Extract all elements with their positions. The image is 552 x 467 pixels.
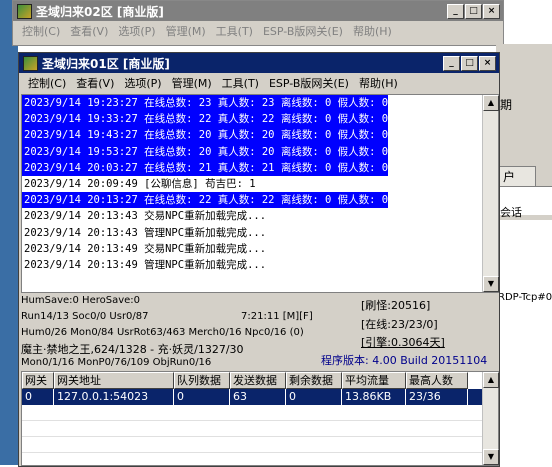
table-scrollbar[interactable]: ▲ ▼ [482,372,499,465]
status-counts: Hum0/26 Mon0/84 UsrRot63/463 Merch0/16 N… [21,327,304,338]
log-line-text: 2023/9/14 20:13:49 管理NPC重新加载完成... [24,258,267,271]
table-header: 网关 网关地址 队列数据 发送数据 剩余数据 平均流量 最高人数 [22,372,498,389]
log-line: 2023/9/14 20:13:49 交易NPC重新加载完成... [22,241,498,257]
col-avg-traffic[interactable]: 平均流量 [342,372,406,389]
log-line-text: 2023/9/14 20:03:27 在线总数: 21 真人数: 21 离线数:… [22,159,389,176]
log-scrollbar[interactable]: ▲ ▼ [482,95,499,292]
tab-user[interactable]: 户 [494,166,536,186]
main-window-title: 圣域归来01区 [商业版] [42,56,170,71]
menu-gateway[interactable]: ESP-B版网关(E) [264,75,354,91]
log-line: 2023/9/14 19:23:27 在线总数: 23 真人数: 23 离线数:… [22,95,498,112]
desktop-background [0,0,18,465]
scroll-down-arrow-icon[interactable]: ▼ [483,276,499,292]
minimize-button[interactable]: _ [447,3,464,19]
menu-help[interactable]: 帮助(H) [348,23,397,39]
main-window-titlebar[interactable]: 圣域归来01区 [商业版] _ □ × [19,53,499,73]
back-window[interactable]: 圣域归来02区 [商业版] _ □ × 控制(C) 查看(V) 选项(P) 管理… [12,0,504,46]
col-max-users[interactable]: 最高人数 [406,372,468,389]
scroll-up-arrow-icon[interactable]: ▲ [483,95,499,111]
log-line: 2023/9/14 20:13:27 在线总数: 22 真人数: 22 离线数:… [22,192,498,209]
minimize-button[interactable]: _ [443,55,460,71]
cell-queue: 0 [174,389,230,405]
column-session: 会话 [500,206,522,219]
status-monsters: Mon0/1/16 MonP0/76/109 ObjRun0/16 [21,357,212,368]
cell-sent: 63 [230,389,286,405]
log-line-text: 2023/9/14 20:13:49 交易NPC重新加载完成... [24,242,267,255]
back-window-menubar: 控制(C) 查看(V) 选项(P) 管理(M) 工具(T) ESP-B版网关(E… [13,21,503,41]
main-window-menubar: 控制(C) 查看(V) 选项(P) 管理(M) 工具(T) ESP-B版网关(E… [19,73,499,93]
log-line: 2023/9/14 19:43:27 在线总数: 20 真人数: 20 离线数:… [22,127,498,144]
menu-control[interactable]: 控制(C) [23,75,71,91]
maximize-button[interactable]: □ [461,55,478,71]
log-line: 2023/9/14 20:03:27 在线总数: 21 真人数: 21 离线数:… [22,159,498,176]
log-line: 2023/9/14 19:53:27 在线总数: 20 真人数: 20 离线数:… [22,143,498,160]
menu-options[interactable]: 选项(P) [119,75,166,91]
menu-manage[interactable]: 管理(M) [161,23,211,39]
status-time: 7:21:11 [M][F] [241,311,313,322]
menu-tools[interactable]: 工具(T) [217,75,264,91]
menu-tools[interactable]: 工具(T) [211,23,258,39]
col-gateway[interactable]: 网关 [22,372,54,389]
back-window-titlebar[interactable]: 圣域归来02区 [商业版] _ □ × [13,1,503,21]
app-icon [23,55,38,71]
engine-uptime: [引擎:0.3064天] [361,336,445,349]
app-icon [17,3,32,19]
panel-label-period: 期 [500,98,513,112]
log-line-text: 2023/9/14 20:13:43 管理NPC重新加载完成... [24,226,267,239]
close-button[interactable]: × [483,3,500,19]
close-button[interactable]: × [479,55,496,71]
cell-remaining: 0 [286,389,342,405]
back-window-title: 圣域归来02区 [商业版] [36,4,164,19]
status-save: HumSave:0 HeroSave:0 [21,295,141,306]
online-count: [在线:23/23/0] [361,318,438,331]
program-version: 程序版本: 4.00 Build 20151104 [321,354,488,367]
maximize-button[interactable]: □ [465,3,482,19]
log-line-text: 2023/9/14 20:13:27 在线总数: 22 真人数: 22 离线数:… [22,192,389,209]
cell-address: 127.0.0.1:54023 [54,389,174,405]
log-line-text: 2023/9/14 19:23:27 在线总数: 23 真人数: 23 离线数:… [22,95,389,112]
log-line: 2023/9/14 20:13:49 管理NPC重新加载完成... [22,257,498,273]
menu-view[interactable]: 查看(V) [71,75,119,91]
cell-max-users: 23/36 [406,389,468,405]
gateway-table[interactable]: 网关 网关地址 队列数据 发送数据 剩余数据 平均流量 最高人数 0 127.0… [21,371,499,466]
menu-gateway[interactable]: ESP-B版网关(E) [258,23,348,39]
session-name: RDP-Tcp#0 [498,292,552,303]
menu-view[interactable]: 查看(V) [65,23,113,39]
background-panel: 期 户 会话 RDP-Tcp#0 [494,44,552,465]
log-line-text: 2023/9/14 20:13:43 交易NPC重新加载完成... [24,210,267,223]
scroll-up-arrow-icon[interactable]: ▲ [483,372,499,388]
log-line-text: 2023/9/14 19:53:27 在线总数: 20 真人数: 20 离线数:… [22,143,389,160]
table-row[interactable]: 0 127.0.0.1:54023 0 63 0 13.86KB 23/36 [22,389,498,405]
log-line-text: 2023/9/14 19:43:27 在线总数: 20 真人数: 20 离线数:… [22,127,389,144]
col-queue[interactable]: 队列数据 [174,372,230,389]
cell-avg-traffic: 13.86KB [342,389,406,405]
col-sent[interactable]: 发送数据 [230,372,286,389]
col-remaining[interactable]: 剩余数据 [286,372,342,389]
main-window[interactable]: 圣域归来01区 [商业版] _ □ × 控制(C) 查看(V) 选项(P) 管理… [18,52,500,467]
refresh-count: [刷怪:20516] [361,299,431,312]
col-address[interactable]: 网关地址 [54,372,174,389]
log-line-text: 2023/9/14 19:33:27 在线总数: 22 真人数: 22 离线数:… [22,111,389,128]
log-list: 2023/9/14 19:23:27 在线总数: 23 真人数: 23 离线数:… [22,95,498,273]
menu-options[interactable]: 选项(P) [113,23,160,39]
cell-gateway: 0 [22,389,54,405]
scroll-down-arrow-icon[interactable]: ▼ [483,449,499,465]
menu-control[interactable]: 控制(C) [17,23,65,39]
menu-help[interactable]: 帮助(H) [354,75,403,91]
status-run: Run14/13 Soc0/0 Usr0/87 [21,311,149,322]
log-line: 2023/9/14 20:09:49 [公聊信息] 苟吉巴: 1 [22,176,498,192]
log-panel[interactable]: 2023/9/14 19:23:27 在线总数: 23 真人数: 23 离线数:… [21,94,499,293]
log-line: 2023/9/14 19:33:27 在线总数: 22 真人数: 22 离线数:… [22,111,498,128]
log-line: 2023/9/14 20:13:43 交易NPC重新加载完成... [22,208,498,224]
status-boss: 魔主·禁地之王,624/1328 - 充·妖灵/1327/30 [21,343,244,356]
menu-manage[interactable]: 管理(M) [167,75,217,91]
log-line-text: 2023/9/14 20:09:49 [公聊信息] 苟吉巴: 1 [24,177,256,190]
log-line: 2023/9/14 20:13:43 管理NPC重新加载完成... [22,225,498,241]
